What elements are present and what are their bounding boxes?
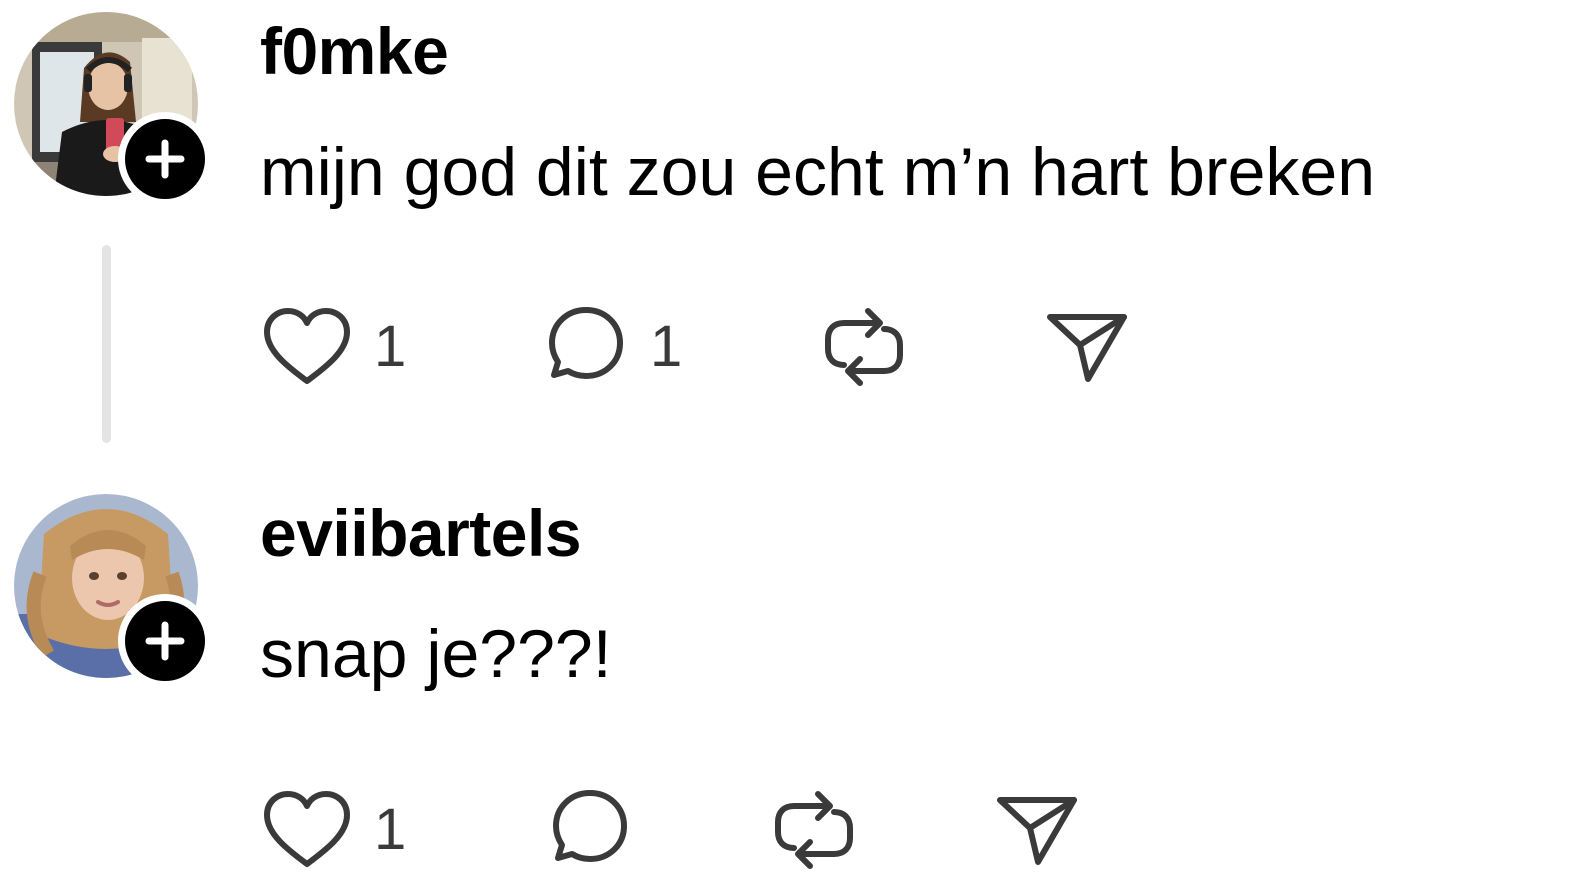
- action-bar: 1 1: [0, 302, 1582, 392]
- plus-icon: [145, 139, 185, 179]
- username[interactable]: f0mke: [260, 18, 449, 84]
- send-icon: [997, 797, 1077, 865]
- like-count: 1: [374, 797, 407, 862]
- comment-icon: [553, 790, 627, 862]
- reply-count: 1: [650, 314, 683, 379]
- heart-icon: [264, 791, 350, 867]
- like-button[interactable]: 1: [262, 785, 406, 875]
- post: f0mke mijn god dit zou echt m’n hart bre…: [0, 0, 1582, 470]
- username[interactable]: eviibartels: [260, 500, 582, 566]
- plus-icon: [145, 621, 185, 661]
- follow-button[interactable]: [118, 112, 212, 206]
- repost-icon: [775, 791, 853, 869]
- action-bar: 1: [0, 785, 1582, 875]
- share-button[interactable]: [996, 785, 1080, 875]
- comment-icon: [549, 307, 623, 379]
- post-text: mijn god dit zou echt m’n hart breken: [260, 134, 1376, 210]
- follow-button[interactable]: [118, 594, 212, 688]
- repost-button[interactable]: [822, 302, 906, 392]
- heart-icon: [264, 308, 350, 384]
- repost-icon: [825, 308, 903, 386]
- reply-button[interactable]: 1: [544, 302, 682, 392]
- post-text: snap je???!: [260, 616, 612, 692]
- like-button[interactable]: 1: [262, 302, 406, 392]
- share-button[interactable]: [1046, 302, 1130, 392]
- send-icon: [1047, 314, 1127, 382]
- like-count: 1: [374, 314, 407, 379]
- reply-button[interactable]: [548, 785, 632, 875]
- post: eviibartels snap je???! 1: [0, 480, 1582, 890]
- repost-button[interactable]: [772, 785, 856, 875]
